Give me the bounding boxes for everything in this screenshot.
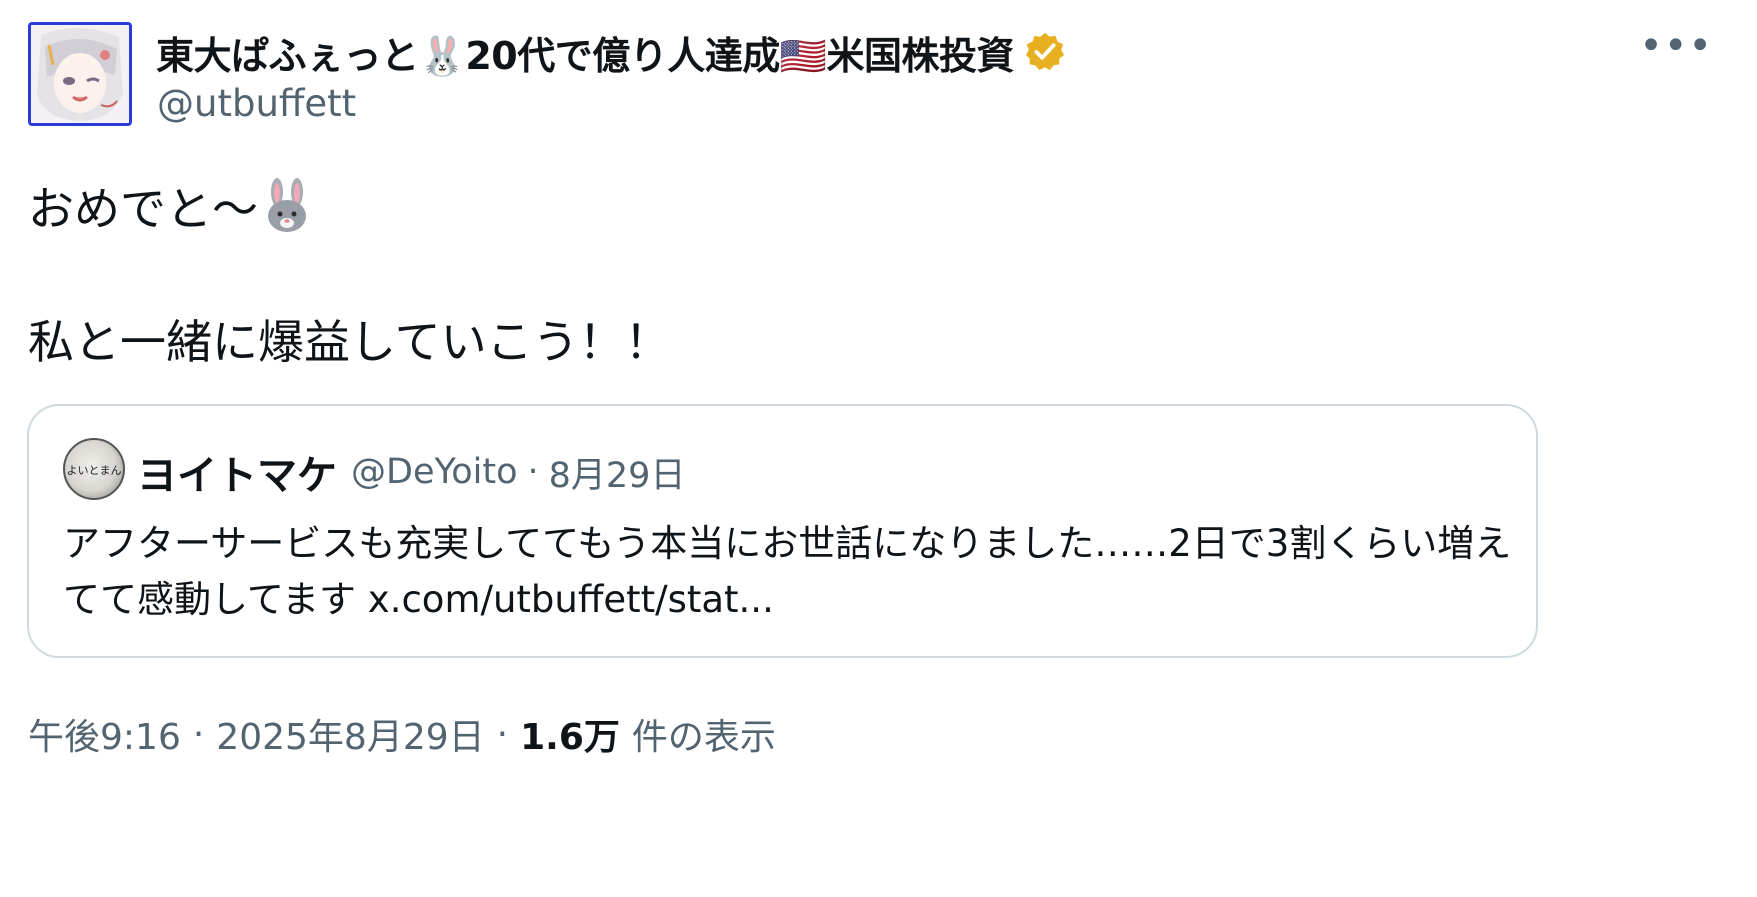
quoted-tweet-card[interactable]: よいとまん ヨイトマケ @DeYoito · 8月29日 アフターサービスも充実… [27,404,1538,658]
tweet-text-line-2: 私と一緒に爆益していこう！！ [28,315,671,369]
quoted-text: アフターサービスも充実しててもう本当にお世話になりました……2日で3割くらい増え… [63,522,1512,621]
verified-badge-icon[interactable] [1024,31,1066,73]
separator-dot: · [496,713,509,755]
author-display-name[interactable]: 東大ぱふぇっと🐰20代で億り人達成🇺🇸米国株投資 [156,25,1015,80]
quoted-author-handle[interactable]: @DeYoito [351,452,518,492]
more-icon[interactable]: ••• [1639,26,1713,66]
avatar-illustration-icon [31,25,129,123]
quoted-author-name[interactable]: ヨイトマケ [137,443,337,501]
tweet-text: おめでと〜 [28,182,258,236]
tweet-text-line-1: おめでと〜 [28,176,312,236]
quoted-date[interactable]: 8月29日 [549,447,686,498]
author-avatar[interactable] [28,22,132,126]
avatar-handwriting-icon: よいとまん [67,464,122,477]
views-count[interactable]: 1.6万 [520,708,620,760]
bunny-emoji-icon [268,178,306,232]
quoted-header: ヨイトマケ @DeYoito · 8月29日 [137,443,686,501]
author-name-row[interactable]: 東大ぱふぇっと🐰20代で億り人達成🇺🇸米国株投資 [156,24,1066,80]
avatar-text: よいとまん [67,464,122,477]
separator-dot: · [192,713,205,755]
tweet-meta: 午後9:16 · 2025年8月29日 · 1.6万 件の表示 [28,706,776,762]
tweet-time[interactable]: 午後9:16 [28,708,181,760]
views-label: 件の表示 [631,717,776,758]
tweet-date[interactable]: 2025年8月29日 [216,708,484,760]
author-handle[interactable]: @utbuffett [157,82,356,125]
tweet-card: 東大ぱふぇっと🐰20代で億り人達成🇺🇸米国株投資 @utbuffett ••• … [0,0,1757,897]
quoted-author-avatar[interactable]: よいとまん [63,438,125,500]
separator-dot: · [527,452,539,492]
